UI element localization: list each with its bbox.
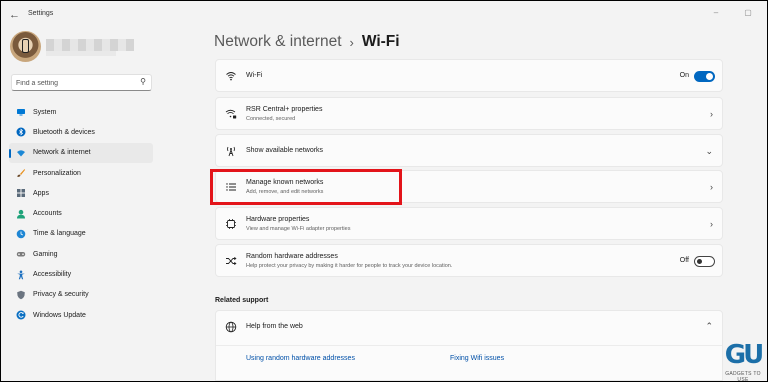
sidebar-item-label: Windows Update bbox=[33, 311, 86, 319]
sidebar-item-label: Apps bbox=[33, 189, 49, 197]
breadcrumb-parent[interactable]: Network & internet bbox=[214, 33, 342, 51]
help-link-random-addresses[interactable]: Using random hardware addresses bbox=[246, 355, 355, 362]
settings-window: ← Settings – ▢ ⚲ System Bluetooth & devi… bbox=[1, 1, 767, 381]
person-icon bbox=[16, 209, 26, 219]
sidebar-item-network[interactable]: Network & internet bbox=[9, 142, 153, 163]
help-from-web-title[interactable]: Help from the web bbox=[246, 323, 303, 330]
maximize-icon[interactable]: ▢ bbox=[742, 7, 754, 19]
rsr-central-properties-row[interactable]: RSR Central+ properties Connected, secur… bbox=[215, 97, 723, 130]
hardware-properties-row[interactable]: Hardware properties View and manage Wi-F… bbox=[215, 207, 723, 240]
back-arrow-icon[interactable]: ← bbox=[9, 9, 23, 21]
sidebar-item-time-language[interactable]: Time & language bbox=[9, 224, 153, 244]
sidebar-item-privacy[interactable]: Privacy & security bbox=[9, 285, 153, 305]
sidebar-item-windows-update[interactable]: Windows Update bbox=[9, 305, 153, 325]
watermark-logo: GU GADGETS TO USE bbox=[719, 341, 767, 381]
apps-icon bbox=[16, 188, 26, 198]
rsr-row-subtitle: Connected, secured bbox=[246, 116, 296, 122]
hardware-row-subtitle: View and manage Wi-Fi adapter properties bbox=[246, 226, 351, 232]
sidebar-item-label: Gaming bbox=[33, 250, 58, 258]
accessibility-icon bbox=[16, 270, 26, 280]
chevron-right-icon: › bbox=[710, 182, 713, 192]
watermark-caption: GADGETS TO USE bbox=[725, 371, 761, 381]
chevron-up-icon[interactable]: ⌃ bbox=[705, 321, 713, 332]
blurred-user-email bbox=[46, 51, 116, 56]
sidebar-item-label: Network & internet bbox=[33, 149, 91, 157]
random-row-title: Random hardware addresses bbox=[246, 253, 338, 260]
chip-icon bbox=[225, 218, 237, 230]
sidebar-item-system[interactable]: System bbox=[9, 102, 153, 122]
available-row-title: Show available networks bbox=[246, 147, 324, 154]
title-bar: ← Settings – ▢ bbox=[1, 1, 767, 29]
wifi-toggle-row[interactable]: Wi-Fi On bbox=[215, 59, 723, 92]
chevron-down-icon[interactable]: ⌄ bbox=[705, 145, 713, 157]
help-from-web-card: Help from the web ⌃ Using random hardwar… bbox=[215, 310, 723, 381]
show-available-networks-row[interactable]: Show available networks ⌄ bbox=[215, 134, 723, 167]
breadcrumb-separator: › bbox=[349, 34, 354, 50]
watermark-logo-mark: GU bbox=[724, 340, 764, 370]
monitor-icon bbox=[16, 107, 26, 117]
wifi-toggle-label: On bbox=[679, 72, 689, 79]
chevron-right-icon: › bbox=[710, 109, 713, 119]
hardware-row-title: Hardware properties bbox=[246, 216, 310, 223]
help-link-fixing-wifi[interactable]: Fixing Wifi issues bbox=[450, 355, 504, 362]
sidebar-item-bluetooth[interactable]: Bluetooth & devices bbox=[9, 122, 153, 142]
chevron-right-icon: › bbox=[710, 219, 713, 229]
app-title: Settings bbox=[28, 10, 54, 17]
list-icon bbox=[225, 181, 237, 193]
gamepad-icon bbox=[16, 249, 26, 259]
sidebar-item-accounts[interactable]: Accounts bbox=[9, 203, 153, 223]
wifi-lock-icon bbox=[225, 108, 237, 120]
search-input[interactable] bbox=[16, 77, 136, 89]
sidebar-item-accessibility[interactable]: Accessibility bbox=[9, 264, 153, 284]
wifi-icon bbox=[225, 70, 237, 82]
related-support-heading: Related support bbox=[215, 297, 269, 304]
sidebar-item-personalization[interactable]: Personalization bbox=[9, 163, 153, 183]
sidebar-item-label: Accounts bbox=[33, 210, 62, 218]
random-toggle-switch[interactable] bbox=[694, 256, 715, 267]
globe-clock-icon bbox=[16, 229, 26, 239]
update-icon bbox=[16, 310, 26, 320]
sidebar-item-label: Privacy & security bbox=[33, 291, 89, 299]
shield-icon bbox=[16, 290, 26, 300]
search-icon[interactable]: ⚲ bbox=[140, 77, 146, 86]
search-box[interactable]: ⚲ bbox=[11, 74, 152, 91]
breadcrumb: Network & internet › Wi-Fi bbox=[214, 31, 400, 53]
wifi-icon bbox=[16, 148, 26, 158]
minimize-icon[interactable]: – bbox=[710, 7, 722, 19]
manage-known-networks-row[interactable]: Manage known networks Add, remove, and e… bbox=[215, 170, 723, 203]
antenna-icon bbox=[225, 145, 237, 157]
sidebar-item-label: System bbox=[33, 108, 57, 116]
divider bbox=[216, 345, 722, 346]
sidebar-item-label: Accessibility bbox=[33, 271, 72, 279]
wifi-toggle-switch[interactable] bbox=[694, 71, 715, 82]
sidebar-item-apps[interactable]: Apps bbox=[9, 183, 153, 203]
random-row-subtitle: Help protect your privacy by making it h… bbox=[246, 263, 453, 269]
manage-row-title: Manage known networks bbox=[246, 179, 324, 186]
random-hardware-addresses-row[interactable]: Random hardware addresses Help protect y… bbox=[215, 244, 723, 277]
blurred-user-name bbox=[46, 39, 134, 51]
rsr-row-title: RSR Central+ properties bbox=[246, 106, 323, 113]
page-title: Wi-Fi bbox=[361, 33, 400, 50]
sidebar-item-label: Bluetooth & devices bbox=[33, 128, 95, 136]
user-avatar[interactable] bbox=[10, 31, 41, 62]
globe-icon bbox=[225, 321, 237, 333]
sidebar-nav: System Bluetooth & devices Network & int… bbox=[9, 102, 153, 325]
bluetooth-icon bbox=[16, 127, 26, 137]
random-toggle-label: Off bbox=[679, 257, 689, 264]
manage-row-subtitle: Add, remove, and edit networks bbox=[246, 189, 324, 195]
wifi-row-title: Wi-Fi bbox=[246, 72, 263, 79]
sidebar-item-label: Personalization bbox=[33, 169, 81, 177]
sidebar-item-gaming[interactable]: Gaming bbox=[9, 244, 153, 264]
sidebar-item-label: Time & language bbox=[33, 230, 86, 238]
shuffle-icon bbox=[225, 255, 237, 267]
brush-icon bbox=[16, 168, 26, 178]
